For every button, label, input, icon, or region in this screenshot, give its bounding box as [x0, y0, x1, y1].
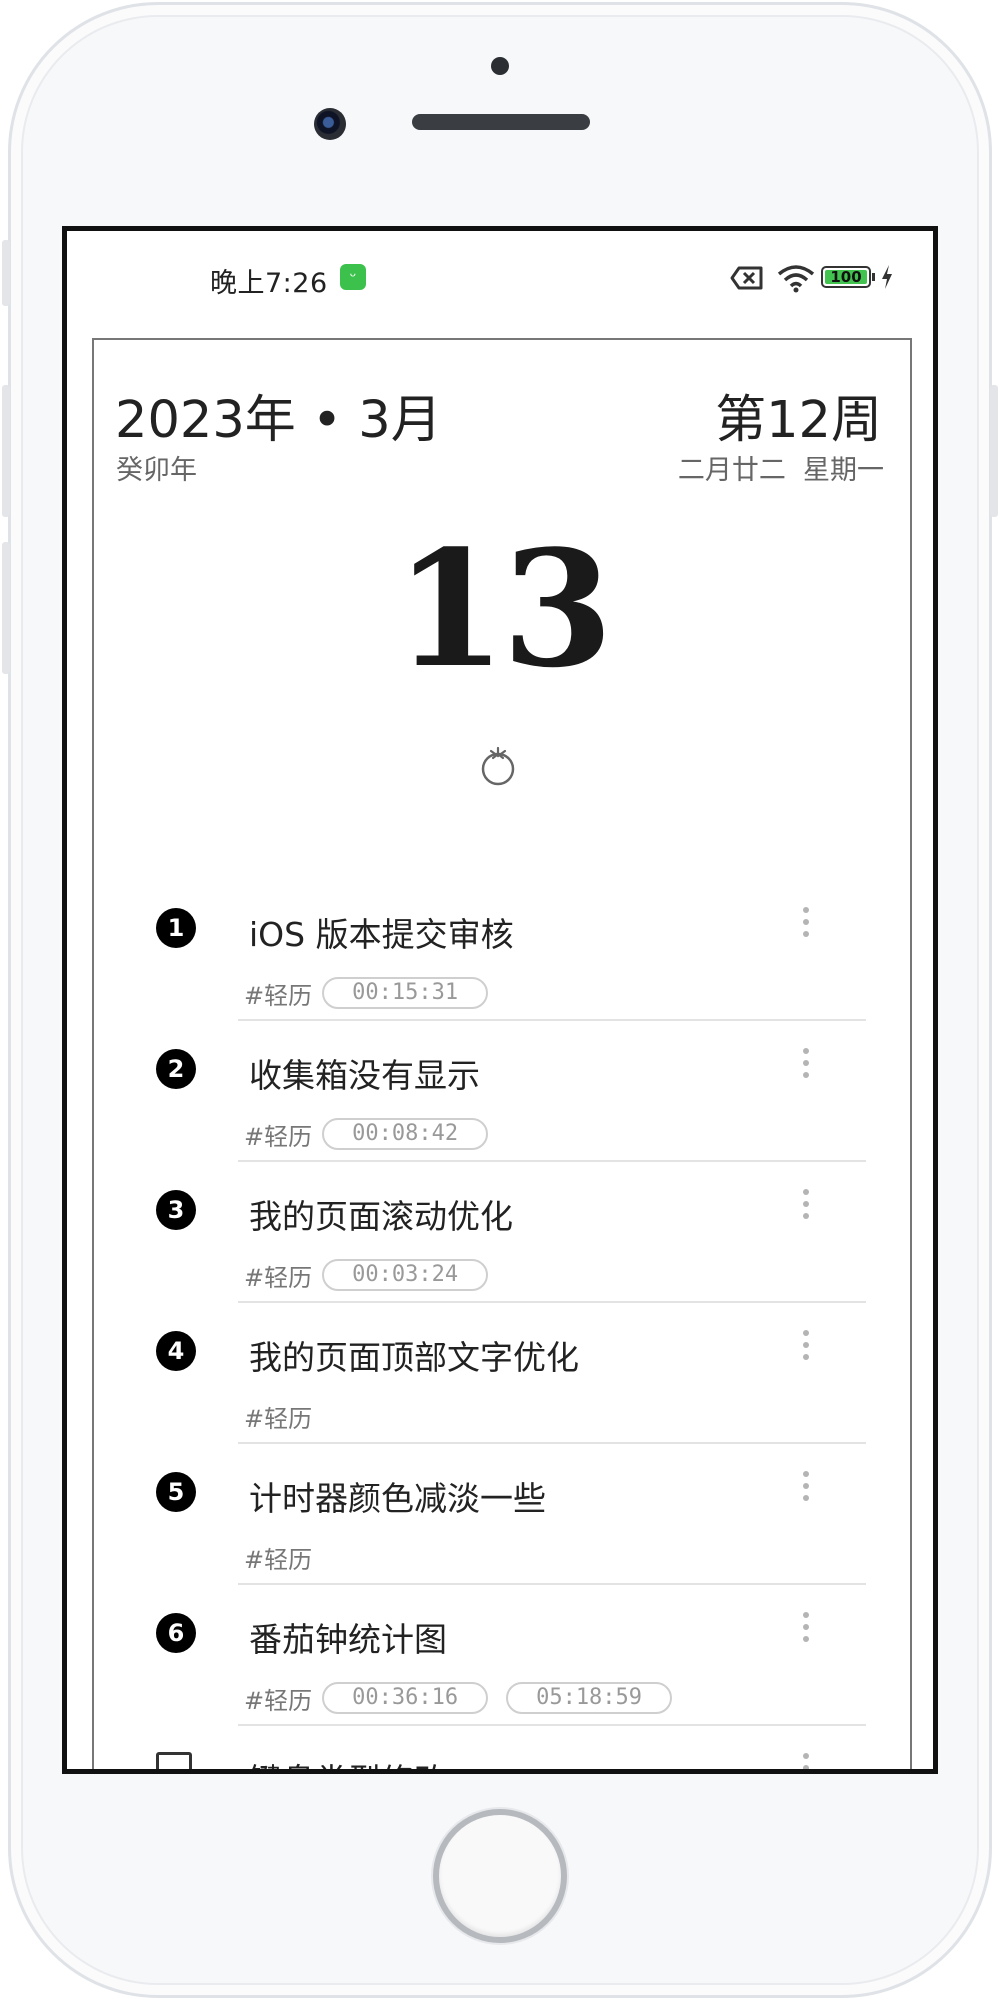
task-tag[interactable]: #轻历: [244, 1258, 312, 1293]
volume-up-button: [2, 385, 10, 517]
more-options-icon[interactable]: [801, 1327, 811, 1367]
task-tag[interactable]: #轻历: [244, 1681, 312, 1716]
task-title: 计时器颜色减淡一些: [249, 1479, 546, 1518]
screen: 晚上7:26 ᵕ 100 2023年 • 3月 癸卯年 第12周 二月廿二 星期…: [62, 226, 938, 1774]
task-item[interactable]: 3 我的页面滚动优化 #轻历 00:03:24: [94, 1162, 910, 1303]
task-index-badge[interactable]: 4: [156, 1331, 196, 1371]
task-index-badge[interactable]: 6: [156, 1613, 196, 1653]
task-tag[interactable]: #轻历: [244, 1399, 312, 1434]
task-item[interactable]: 2 收集箱没有显示 #轻历 00:08:42: [94, 1021, 910, 1162]
tomato-timer-icon[interactable]: [477, 745, 519, 787]
more-options-icon[interactable]: [801, 1045, 811, 1085]
task-item[interactable]: 键盘类型修改: [94, 1726, 910, 1769]
timer-pill: 00:08:42: [322, 1118, 489, 1150]
task-checkbox[interactable]: [156, 1752, 192, 1769]
task-index-badge[interactable]: 5: [156, 1472, 196, 1512]
task-title: 收集箱没有显示: [249, 1056, 480, 1095]
lunar-date: 二月廿二: [677, 455, 786, 486]
task-title: 键盘类型修改: [249, 1754, 447, 1769]
more-options-icon[interactable]: [801, 1186, 811, 1226]
proximity-sensor: [491, 57, 509, 75]
task-meta: #轻历 00:03:24: [244, 1258, 506, 1292]
task-tag[interactable]: #轻历: [244, 1540, 312, 1575]
silent-switch: [2, 240, 10, 306]
task-meta: #轻历 00:15:31: [244, 976, 506, 1010]
battery-level: 100: [825, 270, 867, 285]
task-meta: #轻历 00:08:42: [244, 1117, 506, 1151]
more-options-icon[interactable]: [801, 1750, 811, 1769]
timer-pill: 00:15:31: [322, 977, 489, 1009]
battery-icon: 100: [821, 266, 871, 288]
wifi-icon: [777, 265, 815, 293]
timer-pill: 05:18:59: [506, 1682, 673, 1714]
battery-cap: [872, 273, 875, 281]
more-options-icon[interactable]: [801, 904, 811, 944]
home-button[interactable]: [433, 1809, 567, 1943]
task-meta: #轻历 00:36:16 05:18:59: [244, 1681, 690, 1715]
task-item[interactable]: 1 iOS 版本提交审核 #轻历 00:15:31: [94, 880, 910, 1021]
year-month[interactable]: 2023年 • 3月: [115, 378, 442, 452]
task-meta: #轻历: [244, 1540, 322, 1574]
task-title: 我的页面滚动优化: [249, 1197, 513, 1236]
task-title: 我的页面顶部文字优化: [249, 1338, 579, 1377]
weekday: 星期一: [803, 455, 884, 486]
task-title: 番茄钟统计图: [249, 1620, 447, 1659]
more-options-icon[interactable]: [801, 1609, 811, 1649]
calendar-card: 2023年 • 3月 癸卯年 第12周 二月廿二 星期一 13 1 iOS 版本提…: [92, 338, 912, 1769]
timer-pill: 00:36:16: [322, 1682, 489, 1714]
volume-down-button: [2, 542, 10, 674]
task-index-badge[interactable]: 3: [156, 1190, 196, 1230]
front-camera-icon: [314, 108, 346, 140]
task-title: iOS 版本提交审核: [249, 915, 514, 954]
power-button: [990, 385, 998, 517]
task-index-badge[interactable]: 1: [156, 908, 196, 948]
ganzhi-year: 癸卯年: [116, 455, 197, 486]
lunar-info: 二月廿二 星期一: [678, 448, 884, 487]
status-time: 晚上7:26: [210, 268, 328, 299]
task-item[interactable]: 6 番茄钟统计图 #轻历 00:36:16 05:18:59: [94, 1585, 910, 1726]
status-bar: 晚上7:26 ᵕ 100: [67, 231, 933, 299]
timer-pill: 00:03:24: [322, 1259, 489, 1291]
day-number: 13: [394, 515, 614, 703]
week-number: 第12周: [715, 391, 882, 450]
sim-missing-icon: [730, 266, 763, 290]
task-meta: #轻历: [244, 1399, 322, 1433]
task-tag[interactable]: #轻历: [244, 1117, 312, 1152]
app-notification-icon: ᵕ: [340, 264, 366, 290]
task-index-badge[interactable]: 2: [156, 1049, 196, 1089]
task-item[interactable]: 4 我的页面顶部文字优化 #轻历: [94, 1303, 910, 1444]
task-tag[interactable]: #轻历: [244, 976, 312, 1011]
more-options-icon[interactable]: [801, 1468, 811, 1508]
task-item[interactable]: 5 计时器颜色减淡一些 #轻历: [94, 1444, 910, 1585]
earpiece-speaker: [412, 114, 590, 130]
charging-icon: [882, 265, 892, 289]
